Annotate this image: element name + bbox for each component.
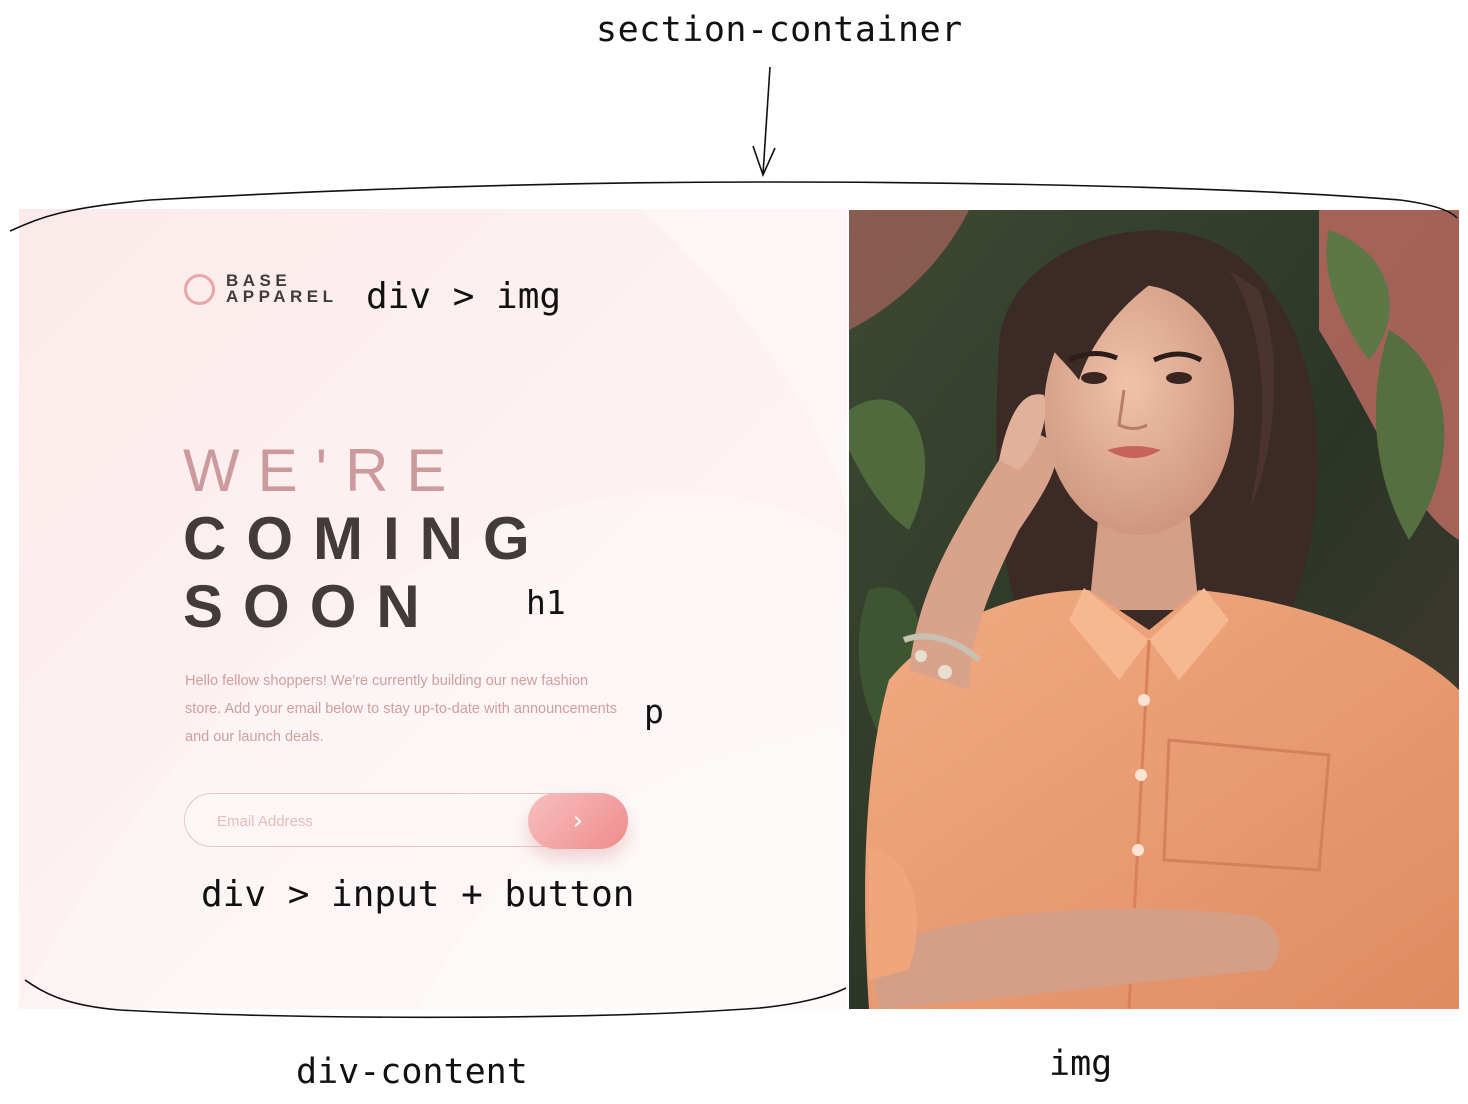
email-input[interactable] <box>215 806 519 836</box>
heading-line-1: WE'RE <box>183 437 465 504</box>
arrow-head <box>752 145 776 178</box>
submit-button[interactable]: › <box>528 793 628 849</box>
hero-illustration <box>849 210 1459 1009</box>
label-paragraph: p <box>644 692 664 731</box>
intro-paragraph: Hello fellow shoppers! We're currently b… <box>185 673 618 745</box>
brand-logo: BASE APPAREL <box>184 272 338 306</box>
ring-icon <box>184 273 215 305</box>
label-heading: h1 <box>526 583 566 622</box>
page-heading: WE'RE COMING SOON <box>183 437 550 641</box>
label-form: div > input + button <box>201 874 635 915</box>
label-logo: div > img <box>366 276 562 317</box>
hero-image <box>849 210 1459 1009</box>
arrow-shaft <box>762 66 771 175</box>
diagram-canvas: BASE APPAREL WE'RE COMING SOON Hello fel… <box>0 0 1468 1104</box>
chevron-right-icon: › <box>572 806 584 836</box>
logo-line-2: APPAREL <box>226 287 338 306</box>
heading-line-2: COMING <box>183 505 550 572</box>
label-image: img <box>1049 1044 1113 1084</box>
email-form: › <box>184 793 628 849</box>
label-section-container: section-container <box>596 10 963 50</box>
logo-wordmark: BASE APPAREL <box>226 272 338 306</box>
label-div-content: div-content <box>296 1052 528 1092</box>
heading-line-3: SOON <box>183 573 440 640</box>
